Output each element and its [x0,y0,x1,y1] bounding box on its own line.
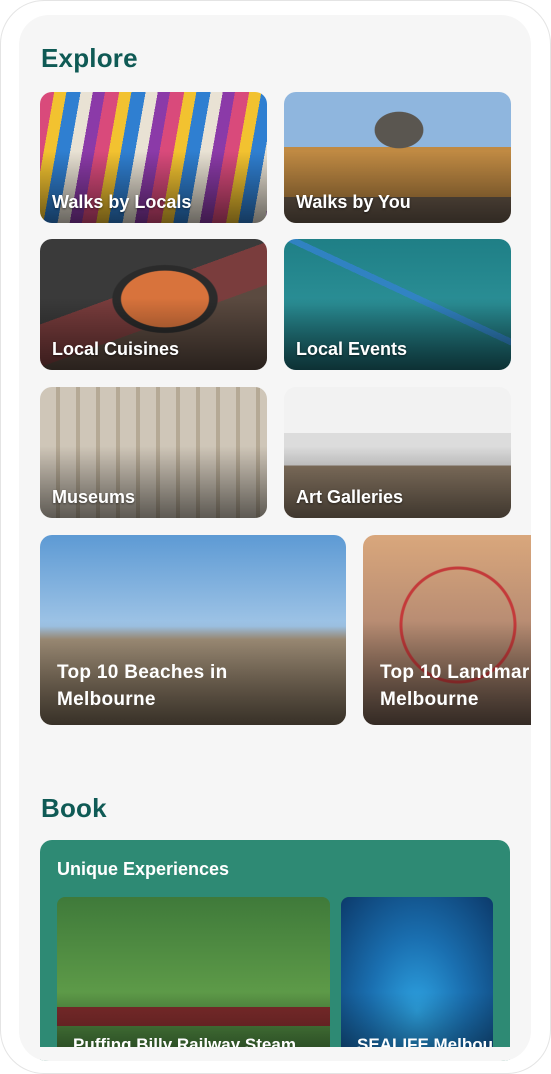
tile-local-cuisines[interactable]: Local Cuisines [40,239,267,370]
tile-museums[interactable]: Museums [40,387,267,518]
unique-experiences-panel: Unique Experiences Puffing Billy Railway… [40,840,510,1061]
tile-label: Art Galleries [296,487,404,507]
card-label: Top 10 Beaches in Melbourne [57,662,228,710]
tile-walks-by-locals[interactable]: Walks by Locals [40,92,267,223]
app-screen: Explore Walks by Locals Walks by You Loc… [19,15,531,1061]
bottom-edge [19,1047,531,1061]
card-top-10-beaches[interactable]: Top 10 Beaches in Melbourne [40,535,346,725]
tile-label: Museums [52,487,136,507]
experience-card-sealife[interactable]: SEALIFE Melbou [341,897,493,1061]
phone-frame: Explore Walks by Locals Walks by You Loc… [0,0,551,1074]
book-heading: Book [41,793,107,823]
tile-label: Local Cuisines [52,339,180,359]
tile-art-galleries[interactable]: Art Galleries [284,387,511,518]
experience-card-puffing-billy[interactable]: Puffing Billy Railway Steam [57,897,330,1061]
panel-title: Unique Experiences [57,859,230,879]
tile-label: Local Events [296,339,408,359]
explore-heading: Explore [41,43,138,73]
tile-label: Walks by Locals [52,192,192,212]
card-top-10-landmarks[interactable]: Top 10 Landmar Melbourne [363,535,531,725]
tile-local-events[interactable]: Local Events [284,239,511,370]
tile-walks-by-you[interactable]: Walks by You [284,92,511,223]
card-label: Top 10 Landmar Melbourne [380,662,530,710]
tile-label: Walks by You [296,192,411,212]
